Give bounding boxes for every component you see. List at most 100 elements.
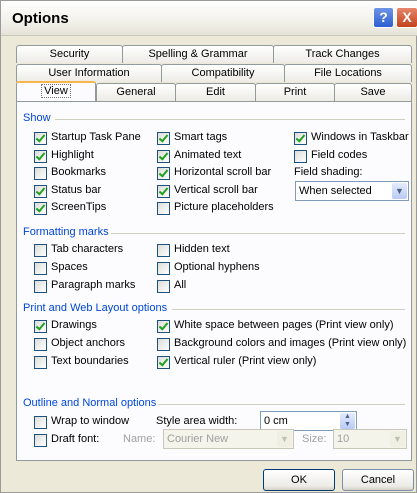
field-shading-value: When selected bbox=[299, 185, 372, 197]
object-anchors-label: Object anchors bbox=[51, 337, 125, 349]
checkbox-box[interactable] bbox=[34, 338, 47, 351]
help-icon: ? bbox=[379, 9, 388, 25]
style-area-width-spinner[interactable]: 0 cm ▲ ▼ bbox=[260, 411, 357, 431]
status-bar-label: Status bar bbox=[51, 183, 102, 196]
field-shading-label: Field shading: bbox=[294, 166, 363, 178]
text-boundaries-label: Text boundaries bbox=[51, 355, 129, 367]
show-group-title: Show bbox=[23, 112, 51, 124]
hidden-text-label: Hidden text bbox=[174, 243, 230, 255]
tab-track-changes[interactable]: Track Changes bbox=[273, 45, 412, 63]
checkbox-box[interactable] bbox=[157, 262, 170, 275]
title-bar[interactable]: Options ? X bbox=[1, 1, 417, 36]
close-button[interactable]: X bbox=[396, 7, 417, 28]
tab-user-information[interactable]: User Information bbox=[16, 64, 162, 82]
checkbox-box[interactable] bbox=[157, 167, 170, 180]
vertical-scroll-bar-label: Vertical scroll bar bbox=[174, 183, 258, 196]
checkbox-box[interactable] bbox=[34, 320, 47, 333]
checkbox-box[interactable] bbox=[157, 184, 170, 198]
help-button[interactable]: ? bbox=[373, 7, 394, 28]
draft-font-name-select[interactable]: Courier New ▼ bbox=[163, 429, 294, 449]
startup-task-pane-label: Startup Task Pane bbox=[51, 131, 141, 143]
draft-font-size-select[interactable]: 10 ▼ bbox=[333, 429, 407, 449]
checkbox-box[interactable] bbox=[157, 280, 170, 293]
picture-placeholders-label: Picture placeholders bbox=[174, 201, 274, 213]
checkbox-box[interactable] bbox=[34, 132, 47, 145]
tab-save[interactable]: Save bbox=[334, 83, 412, 101]
screentips-label: ScreenTips bbox=[51, 201, 107, 213]
drawings-label: Drawings bbox=[51, 319, 97, 331]
chevron-down-icon[interactable]: ▼ bbox=[277, 431, 292, 447]
checkbox-box[interactable] bbox=[34, 356, 47, 369]
draft-font-name-value: Courier New bbox=[167, 433, 229, 445]
checkbox-box[interactable] bbox=[294, 132, 307, 145]
checkbox-box[interactable] bbox=[34, 416, 47, 429]
show-divider bbox=[55, 119, 405, 120]
tab-general[interactable]: General bbox=[96, 83, 176, 101]
tab-compatibility[interactable]: Compatibility bbox=[161, 64, 285, 82]
animated-text-label: Animated text bbox=[174, 148, 242, 161]
white-space-between-pages-print-view-only-label: White space between pages (Print view on… bbox=[174, 319, 394, 331]
checkbox-box[interactable] bbox=[157, 132, 170, 145]
tab-view-label: View bbox=[41, 84, 71, 98]
ok-button[interactable]: OK bbox=[263, 469, 335, 491]
tab-edit[interactable]: Edit bbox=[175, 83, 256, 101]
checkbox-box[interactable] bbox=[34, 149, 47, 163]
view-tab-panel: Show Startup Task Pane Highlight Bookmarks… bbox=[16, 101, 412, 461]
paragraph-marks-label: Paragraph marks bbox=[51, 279, 136, 291]
all-label: All bbox=[174, 279, 187, 291]
windows-in-taskbar-label: Windows in Taskbar bbox=[311, 131, 409, 143]
print-web-group-title: Print and Web Layout options bbox=[23, 302, 168, 314]
checkbox-box[interactable] bbox=[157, 244, 170, 257]
tab-view[interactable]: View bbox=[16, 81, 96, 101]
options-dialog: Options ? X Security Spelling & Grammar … bbox=[0, 0, 417, 493]
checkbox-box[interactable] bbox=[34, 262, 47, 275]
checkbox-box[interactable] bbox=[157, 320, 170, 333]
name-label: Name: bbox=[123, 433, 156, 445]
field-shading-select[interactable]: When selected ▼ bbox=[295, 181, 409, 201]
checkbox-box[interactable] bbox=[34, 167, 47, 180]
smart-tags-label: Smart tags bbox=[174, 131, 228, 143]
outline-divider bbox=[158, 404, 405, 405]
tab-row-2: User Information Compatibility File Loca… bbox=[16, 64, 412, 82]
checkbox-box[interactable] bbox=[34, 202, 47, 215]
tab-print[interactable]: Print bbox=[255, 83, 335, 101]
checkbox-box[interactable] bbox=[157, 202, 170, 215]
dialog-title: Options bbox=[12, 10, 69, 27]
checkbox-box[interactable] bbox=[34, 244, 47, 257]
wrap-to-window-label: Wrap to window bbox=[51, 415, 130, 427]
spinner-arrows-icon[interactable]: ▲ ▼ bbox=[340, 413, 355, 429]
checkbox-box[interactable] bbox=[157, 356, 170, 369]
style-area-width-label: Style area width: bbox=[156, 415, 238, 427]
spaces-label: Spaces bbox=[51, 261, 88, 273]
chevron-down-icon[interactable]: ▼ bbox=[390, 431, 405, 447]
outline-group-title: Outline and Normal options bbox=[23, 397, 157, 409]
style-area-width-value: 0 cm bbox=[264, 415, 288, 427]
cancel-button[interactable]: Cancel bbox=[342, 469, 414, 491]
tab-characters-label: Tab characters bbox=[51, 243, 124, 255]
tab-security[interactable]: Security bbox=[16, 45, 123, 63]
formatting-group-title: Formatting marks bbox=[23, 226, 109, 238]
chevron-down-icon[interactable]: ▼ bbox=[392, 183, 407, 199]
background-colors-and-images-print-view-only-label: Background colors and images (Print view… bbox=[174, 337, 407, 349]
draft-font-label: Draft font: bbox=[51, 433, 100, 445]
formatting-divider bbox=[111, 233, 405, 234]
checkbox-box[interactable] bbox=[34, 184, 47, 198]
highlight-label: Highlight bbox=[51, 148, 94, 161]
tab-row-1: Security Spelling & Grammar Track Change… bbox=[16, 45, 412, 63]
tab-file-locations[interactable]: File Locations bbox=[284, 64, 412, 82]
tab-spelling-grammar[interactable]: Spelling & Grammar bbox=[122, 45, 274, 63]
checkbox-box[interactable] bbox=[34, 280, 47, 293]
optional-hyphens-label: Optional hyphens bbox=[174, 261, 260, 273]
print-web-divider bbox=[172, 309, 405, 310]
vertical-ruler-print-view-only-label: Vertical ruler (Print view only) bbox=[174, 355, 317, 367]
checkbox-box[interactable] bbox=[157, 149, 170, 163]
size-label: Size: bbox=[302, 433, 327, 445]
draft-font-size-value: 10 bbox=[337, 433, 350, 445]
checkbox-box[interactable] bbox=[34, 434, 47, 447]
tab-row-3: View General Edit Print Save bbox=[16, 81, 412, 101]
close-icon: X bbox=[402, 9, 412, 25]
horizontal-scroll-bar-label: Horizontal scroll bar bbox=[174, 166, 272, 178]
checkbox-box[interactable] bbox=[157, 338, 170, 351]
checkbox-box[interactable] bbox=[294, 149, 307, 163]
field-codes-label: Field codes bbox=[311, 148, 368, 161]
